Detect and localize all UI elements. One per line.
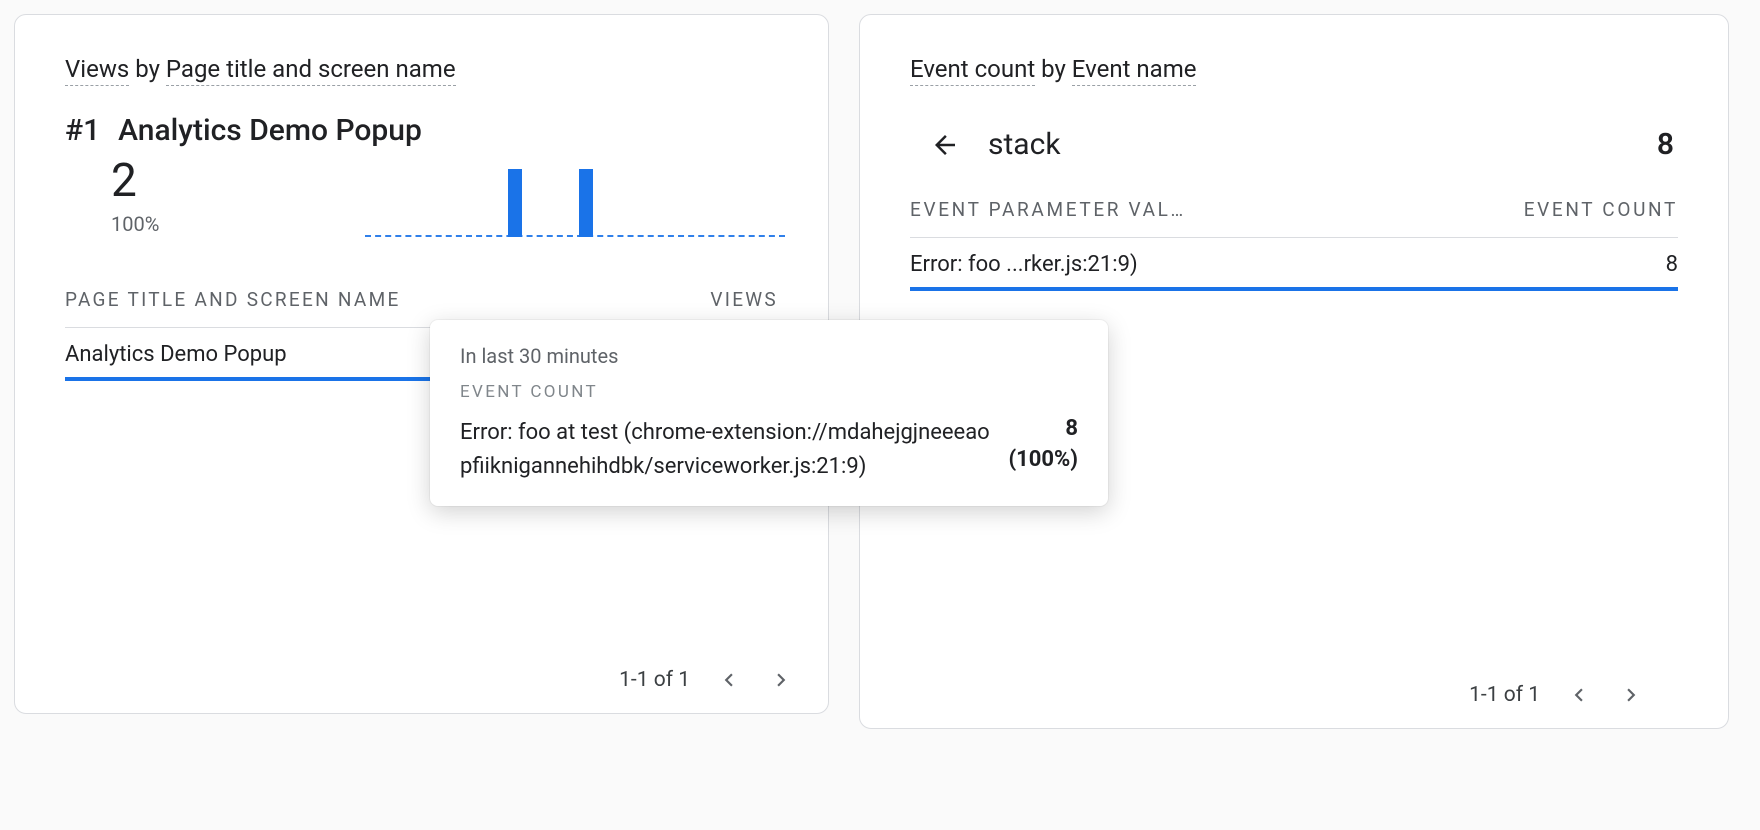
top-item-row: #1 Analytics Demo Popup bbox=[65, 113, 778, 148]
views-prev-page-button[interactable] bbox=[716, 667, 742, 693]
chevron-right-icon bbox=[768, 667, 794, 693]
views-table-header-metric: Views bbox=[710, 288, 778, 311]
views-card-title: Views by Page title and screen name bbox=[15, 15, 828, 83]
tooltip-section-header: Event count bbox=[460, 382, 1078, 402]
event-name: stack bbox=[988, 127, 1061, 162]
events-paginator-range: 1-1 of 1 bbox=[1469, 683, 1540, 707]
sparkline-bar bbox=[508, 169, 522, 237]
events-table-header: Event parameter val… Event count bbox=[910, 188, 1678, 238]
views-percent: 100% bbox=[111, 212, 159, 236]
events-metric-selector[interactable]: Event count bbox=[910, 55, 1035, 86]
chevron-right-icon bbox=[1618, 682, 1644, 708]
views-metric-selector[interactable]: Views bbox=[65, 55, 129, 86]
events-row-label: Error: foo ...rker.js:21:9) bbox=[910, 252, 1138, 277]
events-card-title: Event count by Event name bbox=[860, 15, 1728, 83]
events-dimension-selector[interactable]: Event name bbox=[1072, 55, 1197, 86]
top-item-title: Analytics Demo Popup bbox=[118, 113, 422, 148]
tooltip-message: Error: foo at test (chrome-extension://m… bbox=[460, 416, 992, 484]
arrow-left-icon bbox=[930, 130, 960, 160]
views-sparkline-chart bbox=[365, 158, 785, 238]
events-title-by: by bbox=[1035, 55, 1072, 85]
tooltip-percent: (100%) bbox=[1008, 447, 1078, 472]
events-paginator: 1-1 of 1 bbox=[910, 682, 1678, 728]
events-table-row[interactable]: Error: foo ...rker.js:21:9) 8 bbox=[910, 238, 1678, 291]
views-dimension-selector[interactable]: Page title and screen name bbox=[166, 55, 456, 86]
event-header-row: stack 8 bbox=[910, 113, 1678, 182]
sparkline-bar bbox=[579, 169, 593, 237]
views-paginator: 1-1 of 1 bbox=[15, 667, 828, 713]
rank-label: #1 bbox=[65, 113, 100, 148]
chevron-left-icon bbox=[1566, 682, 1592, 708]
events-next-page-button[interactable] bbox=[1618, 682, 1644, 708]
views-paginator-range: 1-1 of 1 bbox=[619, 668, 690, 692]
views-row-label: Analytics Demo Popup bbox=[65, 342, 287, 367]
events-prev-page-button[interactable] bbox=[1566, 682, 1592, 708]
chevron-left-icon bbox=[716, 667, 742, 693]
views-table-header-dim: Page title and screen name bbox=[65, 288, 401, 311]
views-summary-row: 2 100% bbox=[65, 158, 785, 238]
events-table-header-dim: Event parameter val… bbox=[910, 198, 1186, 221]
views-next-page-button[interactable] bbox=[768, 667, 794, 693]
views-title-by: by bbox=[129, 55, 166, 85]
analytics-realtime-page: Views by Page title and screen name #1 A… bbox=[0, 0, 1760, 830]
event-total-count: 8 bbox=[1657, 127, 1678, 162]
events-table-header-metric: Event count bbox=[1524, 198, 1678, 221]
tooltip-value: 8 bbox=[1008, 416, 1078, 441]
tooltip-popover: In last 30 minutes Event count Error: fo… bbox=[430, 320, 1108, 506]
events-row-value: 8 bbox=[1666, 252, 1678, 277]
sparkline-baseline bbox=[365, 235, 785, 237]
tooltip-timeframe: In last 30 minutes bbox=[460, 344, 1078, 368]
back-button[interactable] bbox=[930, 130, 960, 160]
views-count: 2 bbox=[111, 158, 159, 204]
